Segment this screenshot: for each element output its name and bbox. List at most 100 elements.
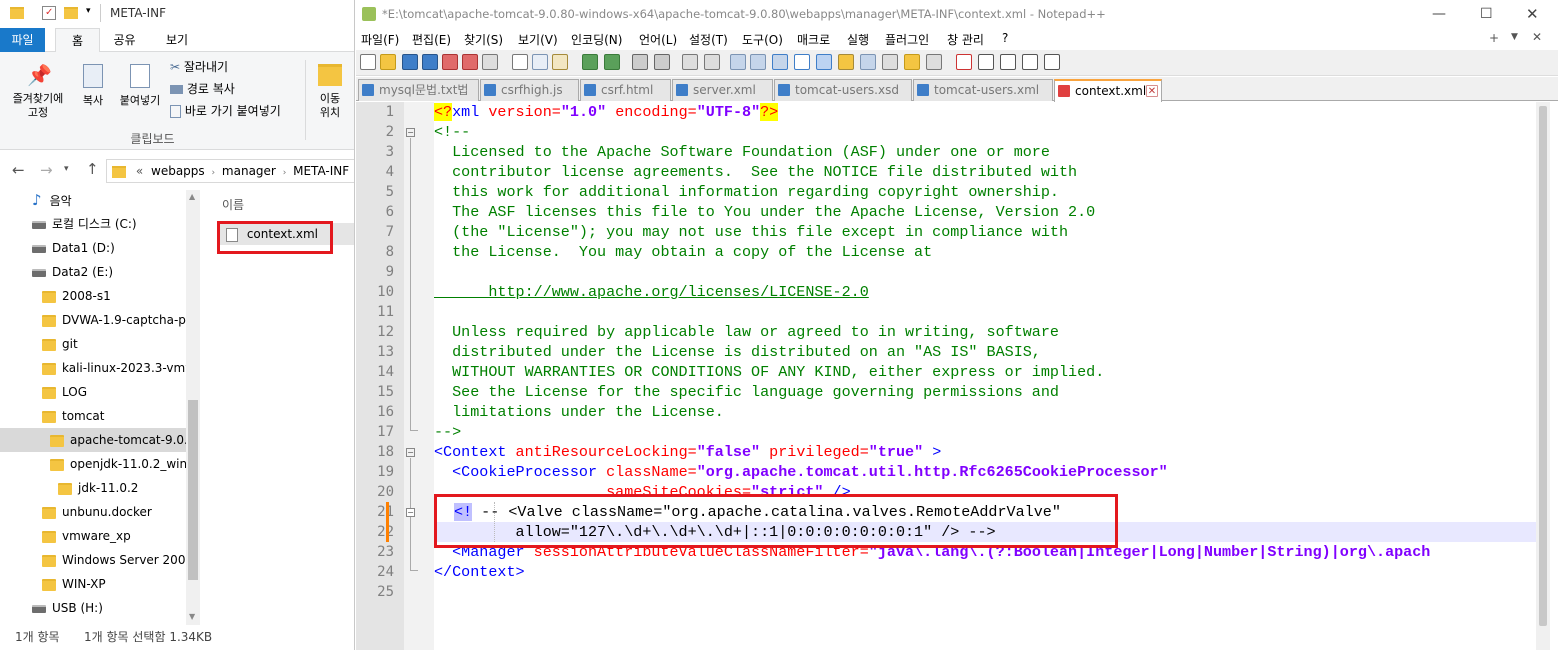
close-doc-icon[interactable]: ✕ (1532, 30, 1542, 44)
nav-item[interactable]: DVWA-1.9-captcha-pa (0, 308, 186, 332)
close-button[interactable]: ✕ (1526, 0, 1539, 28)
nav-item[interactable]: 로컬 디스크 (C:) (0, 212, 186, 236)
save-icon[interactable] (402, 54, 418, 70)
nav-item[interactable]: tomcat (0, 404, 186, 428)
tab-file[interactable]: 파일 (0, 28, 45, 52)
up-arrow-icon[interactable]: ↑ (86, 160, 99, 178)
file-tab[interactable]: server.xml (672, 79, 773, 101)
back-arrow-icon[interactable]: ← (12, 161, 25, 179)
nav-item[interactable]: 2008-s1 (0, 284, 186, 308)
column-header-name[interactable]: 이름 (222, 196, 244, 213)
menu-item[interactable]: 찾기(S) (464, 31, 503, 48)
add-tab-icon[interactable]: + (1489, 31, 1499, 45)
file-row-context-xml[interactable]: context.xml (218, 223, 354, 245)
nav-item[interactable]: Data2 (E:) (0, 260, 186, 284)
close-file-icon[interactable] (442, 54, 458, 70)
indent-guide-icon[interactable] (816, 54, 832, 70)
address-part-webapps[interactable]: webapps (151, 164, 205, 178)
chevron-down-icon[interactable]: ▾ (86, 6, 91, 16)
file-tab[interactable]: tomcat-users.xsd (774, 79, 912, 101)
editor-scrollbar[interactable] (1536, 102, 1550, 650)
zoom-out-icon[interactable] (704, 54, 720, 70)
replace-icon[interactable] (654, 54, 670, 70)
tab-view[interactable]: 보기 (152, 28, 202, 52)
run-macro-icon[interactable] (1022, 54, 1038, 70)
nav-item[interactable]: unbunu.docker (0, 500, 186, 524)
nav-item[interactable]: LOG (0, 380, 186, 404)
file-tab[interactable]: tomcat-users.xml (913, 79, 1053, 101)
copy-path-button[interactable]: 경로 복사 (170, 80, 235, 98)
menu-item[interactable]: 실행 (847, 31, 869, 48)
nav-item[interactable]: kali-linux-2023.3-vmw (0, 356, 186, 380)
chevron-right-icon[interactable]: › (211, 168, 215, 178)
doc-map-icon[interactable] (860, 54, 876, 70)
udl-icon[interactable] (838, 54, 854, 70)
scroll-down-icon[interactable]: ▼ (189, 612, 195, 621)
properties-icon[interactable]: ✓ (42, 6, 56, 20)
redo-icon[interactable] (604, 54, 620, 70)
fold-box-icon[interactable]: − (406, 128, 415, 137)
menu-item[interactable]: 도구(O) (742, 31, 783, 48)
new-file-icon[interactable] (360, 54, 376, 70)
show-all-chars-icon[interactable] (794, 54, 810, 70)
nav-item[interactable]: vmware_xp (0, 524, 186, 548)
file-tab[interactable]: csrf.html (580, 79, 671, 101)
code-line-10-link[interactable]: http://www.apache.org/licenses/LICENSE-2… (434, 282, 868, 302)
nav-item[interactable]: ♪ 음악 (0, 190, 186, 212)
address-field[interactable]: « webapps › manager › META-INF (106, 159, 354, 183)
forward-arrow-icon[interactable]: → (40, 161, 53, 179)
menu-item[interactable]: 인코딩(N) (571, 31, 622, 48)
file-tab[interactable]: csrfhigh.js (480, 79, 579, 101)
nav-item[interactable]: jdk-11.0.2 (0, 476, 186, 500)
cut-button[interactable]: ✂ 잘라내기 (170, 58, 228, 76)
minimize-button[interactable]: — (1432, 0, 1446, 28)
file-tab[interactable]: mysql문법.txt법 (358, 79, 479, 101)
word-wrap-icon[interactable] (772, 54, 788, 70)
menu-item[interactable]: 매크로 (797, 31, 830, 48)
paste-icon[interactable] (552, 54, 568, 70)
address-part-meta-inf[interactable]: META-INF (293, 164, 349, 178)
menu-item[interactable]: 창 관리 (947, 31, 984, 48)
scroll-thumb[interactable] (188, 400, 198, 580)
stop-macro-icon[interactable] (978, 54, 994, 70)
copy-icon[interactable] (532, 54, 548, 70)
cut-icon[interactable] (512, 54, 528, 70)
menu-item[interactable]: 파일(F) (361, 31, 399, 48)
nav-item[interactable]: Windows Server 2003 (0, 548, 186, 572)
paste-shortcut-button[interactable]: 바로 가기 붙여넣기 (170, 102, 281, 120)
open-file-icon[interactable] (380, 54, 396, 70)
undo-icon[interactable] (582, 54, 598, 70)
monitoring-icon[interactable] (926, 54, 942, 70)
navigation-scrollbar[interactable]: ▲ ▼ (186, 190, 200, 625)
move-to-button[interactable]: 이동 위치 (310, 60, 350, 120)
nav-item[interactable]: Data1 (D:) (0, 236, 186, 260)
pin-to-quick-access-button[interactable]: 📌 즐겨찾기에 고정 (4, 60, 72, 120)
code-editor[interactable]: <?xml version="1.0" encoding="UTF-8"?> <… (434, 102, 1536, 650)
copy-button[interactable]: 복사 (74, 60, 112, 108)
nav-item[interactable]: git (0, 332, 186, 356)
new-folder-icon[interactable] (64, 7, 78, 19)
print-icon[interactable] (482, 54, 498, 70)
nav-item[interactable]: WIN-XP (0, 572, 186, 596)
folder-as-workspace-icon[interactable] (904, 54, 920, 70)
scroll-up-icon[interactable]: ▲ (189, 192, 195, 201)
record-macro-icon[interactable] (956, 54, 972, 70)
close-all-icon[interactable] (462, 54, 478, 70)
play-macro-icon[interactable] (1000, 54, 1016, 70)
close-tab-icon[interactable]: ✕ (1146, 85, 1158, 97)
sync-vertical-icon[interactable] (730, 54, 746, 70)
find-icon[interactable] (632, 54, 648, 70)
menu-item[interactable]: 설정(T) (689, 31, 728, 48)
maximize-button[interactable]: ☐ (1480, 0, 1493, 28)
zoom-in-icon[interactable] (682, 54, 698, 70)
address-part-manager[interactable]: manager (222, 164, 276, 178)
address-overflow[interactable]: « (136, 164, 143, 178)
fold-box-icon[interactable]: − (406, 508, 415, 517)
chevron-right-icon[interactable]: › (283, 168, 287, 178)
menu-item[interactable]: 편집(E) (412, 31, 451, 48)
menu-item[interactable]: 언어(L) (639, 31, 677, 48)
nav-item[interactable]: apache-tomcat-9.0.80 (0, 428, 186, 452)
fold-box-icon[interactable]: − (406, 448, 415, 457)
tab-list-icon[interactable]: ▼ (1511, 32, 1518, 42)
tab-share[interactable]: 공유 (102, 28, 147, 52)
